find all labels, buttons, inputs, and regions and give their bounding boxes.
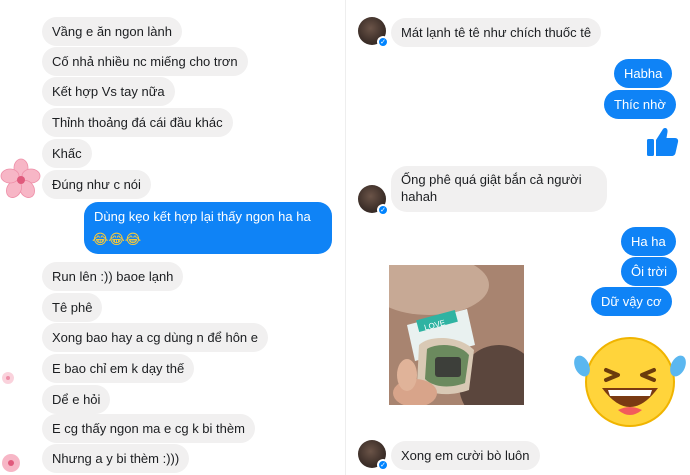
laughing-emoji-icon [574,337,686,427]
message-bubble[interactable]: Xong em cười bò luôn [391,441,540,470]
message-text: Cố nhả nhiều nc miếng cho trơn [52,54,238,69]
outgoing-message-bubble[interactable]: Ôi trời [621,257,677,286]
outgoing-message-bubble[interactable]: Thíc nhờ [604,90,676,119]
message-text: Nhưng a y bi thèm :))) [52,451,180,466]
message-text: Dể e hỏi [52,392,101,407]
cherry-blossom-icon [2,454,20,472]
message-text: Tê phê [52,300,93,315]
outgoing-message-bubble[interactable]: Ha ha [621,227,676,256]
left-chat-panel: Vầng e ăn ngon lành Cố nhả nhiều nc miến… [0,0,345,475]
message-text: E cg thấy ngon ma e cg k bi thèm [52,421,245,436]
avatar[interactable]: ✓ [358,17,389,48]
message-text: Kết hợp Vs tay nữa [52,84,165,99]
message-bubble[interactable]: Nhưng a y bi thèm :))) [42,444,190,473]
message-text: Ống phê quá giật bắn cả người [401,172,582,187]
message-bubble[interactable]: Kết hợp Vs tay nữa [42,77,175,106]
outgoing-message-bubble[interactable]: Dữ vậy cơ [591,287,672,316]
outgoing-message-bubble[interactable]: Habha [614,59,673,88]
message-bubble[interactable]: E bao chỉ em k dạy thế [42,354,195,383]
message-bubble[interactable]: Thỉnh thoảng đá cái đầu khác [42,108,233,137]
message-text: Vầng e ăn ngon lành [52,24,172,39]
laughing-emoji-row: 😂😂😂 [92,232,142,248]
message-text: Habha [624,66,663,81]
message-bubble[interactable]: Cố nhả nhiều nc miếng cho trơn [42,47,248,76]
message-bubble[interactable]: Ống phê quá giật bắn cả người hahah [391,166,607,212]
messenger-badge-icon: ✓ [377,204,389,216]
message-text: Thỉnh thoảng đá cái đầu khác [52,115,223,130]
thumbs-up-icon[interactable] [645,126,679,158]
message-text: Xong em cười bò luôn [401,448,530,463]
message-text: Dữ vậy cơ [601,294,662,309]
message-text: Thíc nhờ [614,97,666,112]
message-text: hahah [401,189,438,204]
message-text: E bao chỉ em k dạy thế [52,361,185,376]
message-text: Đúng như c nói [52,177,141,192]
message-bubble[interactable]: Run lên :)) baoe lạnh [42,262,184,291]
messenger-badge-icon: ✓ [377,36,389,48]
photo-attachment[interactable]: LOVE [389,265,524,405]
avatar[interactable]: ✓ [358,440,389,471]
message-text: Dùng kẹo kết hợp lại thấy ngon ha ha [94,209,311,224]
messenger-badge-icon: ✓ [377,459,389,471]
message-bubble[interactable]: Khấc [42,139,92,168]
cherry-blossom-icon [0,158,41,198]
message-bubble[interactable]: Dể e hỏi [42,385,111,414]
avatar[interactable]: ✓ [358,185,389,216]
message-text: Khấc [52,146,82,161]
message-bubble[interactable]: Vầng e ăn ngon lành [42,17,182,46]
message-text: Run lên :)) baoe lạnh [52,269,174,284]
message-text: Ha ha [631,234,666,249]
photo-content: LOVE [389,265,524,405]
message-text: Xong bao hay a cg dùng n để hôn e [52,330,259,345]
message-bubble[interactable]: Xong bao hay a cg dùng n để hôn e [42,323,269,352]
message-bubble[interactable]: Tê phê [42,293,103,322]
message-bubble[interactable]: E cg thấy ngon ma e cg k bi thèm [42,414,255,443]
cherry-blossom-icon [2,372,14,384]
message-text: Mát lạnh tê tê như chích thuốc tê [401,25,592,40]
message-bubble[interactable]: Mát lạnh tê tê như chích thuốc tê [391,18,602,47]
message-bubble[interactable]: Đúng như c nói [42,170,151,199]
message-text: Ôi trời [631,264,667,279]
